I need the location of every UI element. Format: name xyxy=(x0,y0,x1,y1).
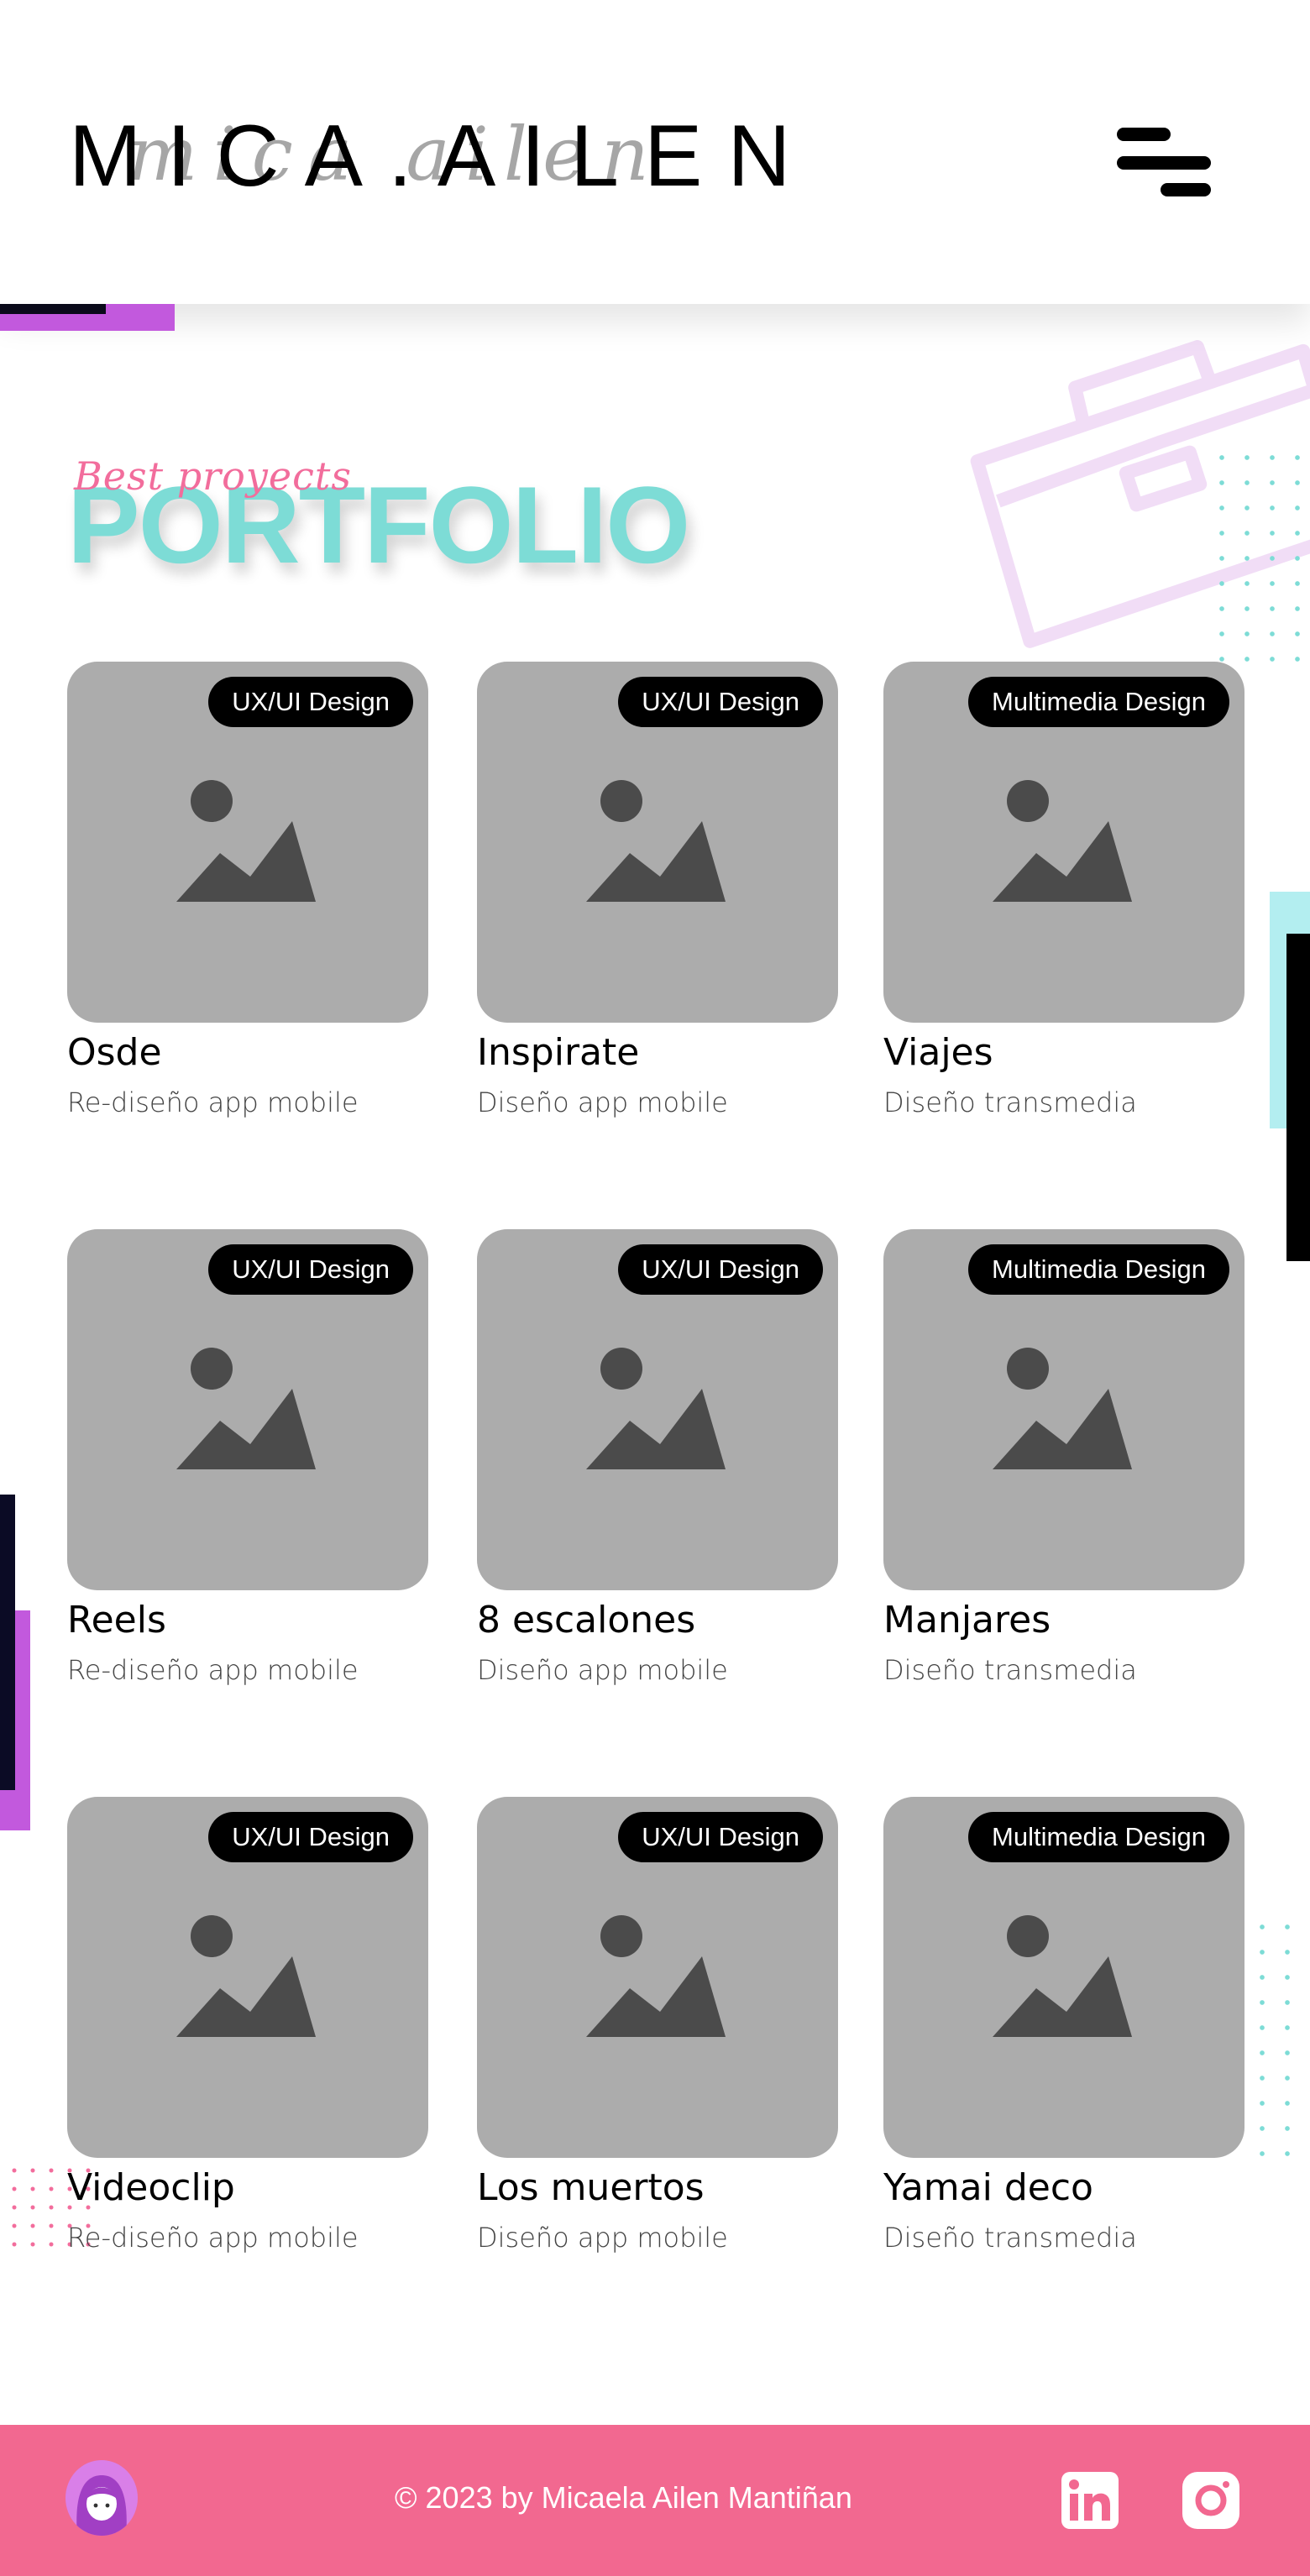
image-placeholder-icon xyxy=(586,1348,726,1469)
hamburger-menu-icon[interactable] xyxy=(1114,124,1211,196)
project-title: Osde xyxy=(67,1031,162,1074)
project-card[interactable]: UX/UI Design Osde Re-diseño app mobile xyxy=(67,662,428,1132)
project-title: Inspirate xyxy=(477,1031,640,1074)
project-subtitle: Re-diseño app mobile xyxy=(67,1086,359,1118)
project-card[interactable]: UX/UI Design Inspirate Diseño app mobile xyxy=(477,662,838,1132)
project-thumbnail: UX/UI Design xyxy=(477,662,838,1023)
project-thumbnail: UX/UI Design xyxy=(477,1797,838,2158)
project-title: Manjares xyxy=(883,1599,1051,1641)
project-card[interactable]: UX/UI Design 8 escalones Diseño app mobi… xyxy=(477,1229,838,1699)
project-thumbnail: UX/UI Design xyxy=(67,1229,428,1590)
avatar xyxy=(66,2460,138,2536)
project-thumbnail: UX/UI Design xyxy=(67,1797,428,2158)
project-thumbnail: UX/UI Design xyxy=(477,1229,838,1590)
portfolio-heading: PORTFOLIO Best proyects xyxy=(67,453,823,588)
project-title: 8 escalones xyxy=(477,1599,696,1641)
category-badge: UX/UI Design xyxy=(618,677,823,727)
category-badge: Multimedia Design xyxy=(968,677,1229,727)
decorative-block xyxy=(1286,934,1310,1261)
category-badge: UX/UI Design xyxy=(208,1244,413,1295)
project-thumbnail: Multimedia Design xyxy=(883,662,1244,1023)
category-badge: UX/UI Design xyxy=(208,677,413,727)
image-placeholder-icon xyxy=(176,780,316,902)
project-card[interactable]: Multimedia Design Manjares Diseño transm… xyxy=(883,1229,1244,1699)
category-badge: Multimedia Design xyxy=(968,1244,1229,1295)
image-placeholder-icon xyxy=(993,780,1132,902)
category-badge: UX/UI Design xyxy=(208,1812,413,1862)
logo-text: MICA.AILEN xyxy=(69,107,816,205)
section-script-label: Best proyects xyxy=(74,453,352,499)
site-header: mica ailen MICA.AILEN xyxy=(0,0,1310,304)
project-subtitle: Diseño app mobile xyxy=(477,1654,728,1686)
footer-copyright: © 2023 by Micaela Ailen Mantiñan xyxy=(395,2480,852,2515)
project-subtitle: Diseño transmedia xyxy=(883,1654,1137,1686)
category-badge: Multimedia Design xyxy=(968,1812,1229,1862)
project-subtitle: Re-diseño app mobile xyxy=(67,1654,359,1686)
avatar-illustration-icon xyxy=(76,2475,127,2536)
category-badge: UX/UI Design xyxy=(618,1244,823,1295)
image-placeholder-icon xyxy=(586,780,726,902)
project-card[interactable]: UX/UI Design Reels Re-diseño app mobile xyxy=(67,1229,428,1699)
project-card[interactable]: UX/UI Design Los muertos Diseño app mobi… xyxy=(477,1797,838,2267)
decorative-dots xyxy=(1209,445,1310,680)
project-thumbnail: UX/UI Design xyxy=(67,662,428,1023)
project-title: Reels xyxy=(67,1599,166,1641)
project-subtitle: Diseño transmedia xyxy=(883,1086,1137,1118)
project-subtitle: Diseño transmedia xyxy=(883,2222,1137,2254)
image-placeholder-icon xyxy=(993,1915,1132,2037)
header-accent-line xyxy=(0,304,106,314)
project-title: Videoclip xyxy=(67,2166,235,2209)
project-thumbnail: Multimedia Design xyxy=(883,1797,1244,2158)
project-title: Yamai deco xyxy=(883,2166,1093,2209)
project-card[interactable]: Multimedia Design Yamai deco Diseño tran… xyxy=(883,1797,1244,2267)
site-logo[interactable]: mica ailen MICA.AILEN xyxy=(69,101,892,218)
image-placeholder-icon xyxy=(993,1348,1132,1469)
project-card[interactable]: UX/UI Design Videoclip Re-diseño app mob… xyxy=(67,1797,428,2267)
category-badge: UX/UI Design xyxy=(618,1812,823,1862)
decorative-block xyxy=(0,1495,15,1790)
project-card[interactable]: Multimedia Design Viajes Diseño transmed… xyxy=(883,662,1244,1132)
project-title: Los muertos xyxy=(477,2166,705,2209)
image-placeholder-icon xyxy=(176,1348,316,1469)
image-placeholder-icon xyxy=(586,1915,726,2037)
site-footer: © 2023 by Micaela Ailen Mantiñan xyxy=(0,2425,1310,2576)
decorative-dots xyxy=(1250,1914,1310,2158)
instagram-icon[interactable] xyxy=(1182,2472,1239,2529)
project-title: Viajes xyxy=(883,1031,993,1074)
project-thumbnail: Multimedia Design xyxy=(883,1229,1244,1590)
linkedin-icon[interactable] xyxy=(1061,2472,1119,2529)
project-subtitle: Diseño app mobile xyxy=(477,1086,728,1118)
project-subtitle: Re-diseño app mobile xyxy=(67,2222,359,2254)
project-subtitle: Diseño app mobile xyxy=(477,2222,728,2254)
image-placeholder-icon xyxy=(176,1915,316,2037)
